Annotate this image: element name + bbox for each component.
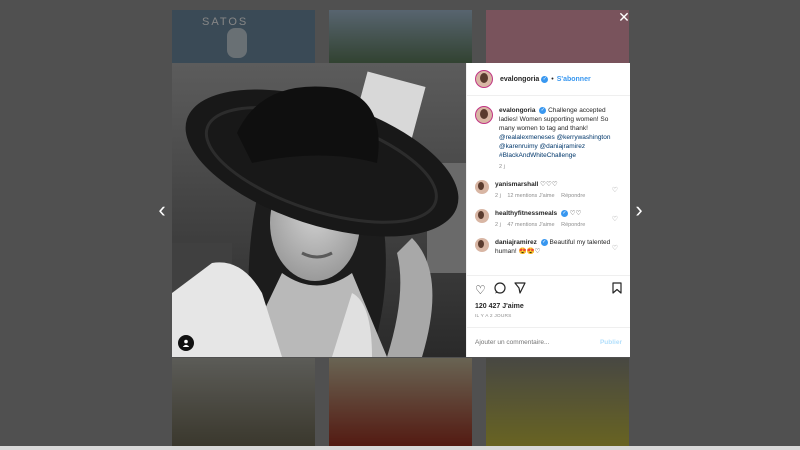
chevron-left-icon[interactable]: ‹ bbox=[152, 198, 172, 222]
avatar[interactable] bbox=[475, 209, 489, 223]
share-icon[interactable] bbox=[514, 282, 526, 297]
follow-button[interactable]: S'abonner bbox=[557, 76, 591, 83]
bottom-strip bbox=[0, 446, 800, 450]
post-username[interactable]: evalongoria bbox=[500, 76, 539, 83]
avatar[interactable] bbox=[475, 70, 493, 88]
comment-text: ♡♡ bbox=[569, 210, 582, 217]
comment-username[interactable]: healthyfitnessmeals bbox=[495, 210, 557, 217]
heart-icon[interactable]: ♡ bbox=[612, 186, 618, 195]
close-icon[interactable]: ✕ bbox=[617, 10, 631, 24]
comment-item: yanismarshall ♡♡♡ 2 j 12 mentions J'aime… bbox=[475, 180, 622, 201]
verified-badge-icon: ✓ bbox=[540, 238, 548, 246]
comment-item: daniajramirez ✓ Beautiful my talented hu… bbox=[475, 238, 622, 256]
post-photo[interactable] bbox=[172, 63, 466, 357]
comment-icon[interactable] bbox=[494, 282, 506, 297]
comment-username[interactable]: daniajramirez bbox=[495, 239, 537, 246]
post-photo-image bbox=[172, 63, 466, 357]
post-timestamp: IL Y A 2 JOURS bbox=[475, 314, 512, 319]
verified-badge-icon: ✓ bbox=[560, 209, 568, 217]
avatar[interactable] bbox=[475, 238, 489, 252]
chevron-right-icon[interactable]: › bbox=[629, 198, 649, 222]
verified-badge-icon: ✓ bbox=[541, 75, 549, 83]
comment-likes[interactable]: 47 mentions J'aime bbox=[507, 222, 554, 228]
comment-input[interactable] bbox=[475, 339, 600, 346]
caption: evalongoria ✓ Challenge accepted ladies!… bbox=[475, 106, 622, 172]
post-sidebar: evalongoria ✓ • S'abonner evalongoria ✓ … bbox=[466, 63, 630, 357]
avatar[interactable] bbox=[475, 180, 489, 194]
publish-button[interactable]: Publier bbox=[600, 339, 622, 346]
post-modal: evalongoria ✓ • S'abonner evalongoria ✓ … bbox=[172, 63, 630, 357]
action-bar: ♡ bbox=[467, 275, 630, 303]
verified-badge-icon: ✓ bbox=[539, 106, 547, 114]
caption-username[interactable]: evalongoria bbox=[499, 107, 535, 114]
comments-list: evalongoria ✓ Challenge accepted ladies!… bbox=[467, 96, 630, 275]
caption-tags[interactable]: @realalexmeneses @kerrywashington @karen… bbox=[499, 134, 610, 159]
heart-icon[interactable]: ♡ bbox=[612, 244, 618, 253]
reply-button[interactable]: Répondre bbox=[561, 193, 585, 199]
bookmark-icon[interactable] bbox=[612, 282, 622, 297]
comment-age: 2 j bbox=[495, 193, 501, 199]
comment-likes[interactable]: 12 mentions J'aime bbox=[507, 193, 554, 199]
reply-button[interactable]: Répondre bbox=[561, 222, 585, 228]
separator-dot: • bbox=[551, 75, 554, 83]
post-header: evalongoria ✓ • S'abonner bbox=[467, 63, 630, 96]
add-comment-bar: Publier bbox=[467, 327, 630, 357]
caption-age: 2 j bbox=[499, 164, 505, 170]
comment-age: 2 j bbox=[495, 222, 501, 228]
heart-icon[interactable]: ♡ bbox=[475, 283, 486, 297]
likes-count[interactable]: 120 427 J'aime bbox=[467, 303, 630, 310]
user-tag-icon[interactable] bbox=[178, 335, 194, 351]
comment-text: ♡♡♡ bbox=[540, 181, 558, 188]
comment-item: healthyfitnessmeals ✓ ♡♡ 2 j 47 mentions… bbox=[475, 209, 622, 230]
heart-icon[interactable]: ♡ bbox=[612, 215, 618, 224]
comment-username[interactable]: yanismarshall bbox=[495, 181, 538, 188]
avatar[interactable] bbox=[475, 106, 493, 124]
